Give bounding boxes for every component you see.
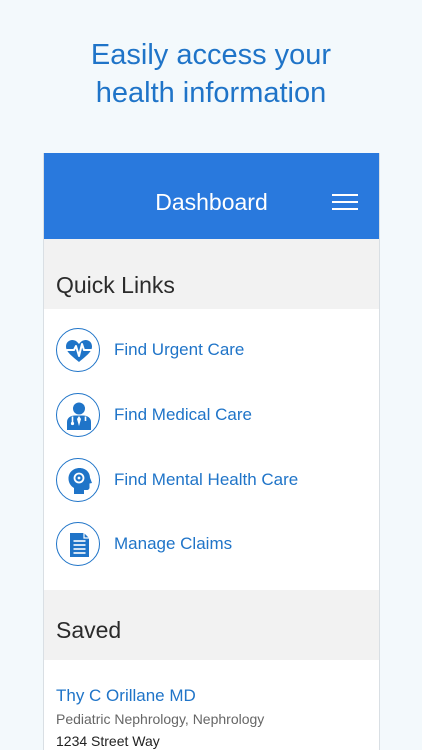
headline-line-2: health information (95, 77, 327, 109)
hamburger-menu-icon[interactable] (332, 192, 358, 210)
quick-link-label: Find Mental Health Care (114, 470, 299, 489)
saved-provider-card: Thy C Orillane MD Pediatric Nephrology, … (56, 685, 366, 750)
doctor-icon (56, 393, 100, 437)
page-title: Dashboard (155, 189, 268, 215)
app-bar: Dashboard (44, 153, 379, 239)
quick-link-medical-care[interactable]: Find Medical Care (56, 393, 366, 441)
provider-specialty: Pediatric Nephrology, Nephrology (56, 711, 265, 727)
quick-link-mental-health-care[interactable]: Find Mental Health Care (56, 458, 366, 506)
headline-line-1: Easily access your (90, 39, 332, 71)
quick-links-header: Quick Links (44, 239, 379, 309)
head-profile-icon (56, 458, 100, 502)
quick-link-manage-claims[interactable]: Manage Claims (56, 522, 366, 570)
saved-header: Saved (44, 590, 379, 660)
provider-address: 1234 Street Way (56, 733, 160, 749)
quick-link-label: Find Urgent Care (114, 340, 245, 359)
quick-link-urgent-care[interactable]: Find Urgent Care (56, 328, 366, 376)
quick-link-label: Manage Claims (114, 534, 233, 553)
quick-link-label: Find Medical Care (114, 405, 252, 424)
phone-screen: Dashboard Quick Links Find Urgent Care F… (43, 153, 380, 750)
heart-pulse-icon (56, 328, 100, 372)
document-icon (56, 522, 100, 566)
headline: Easily access your health information (0, 36, 422, 112)
provider-name-link[interactable]: Thy C Orillane MD (56, 685, 366, 707)
